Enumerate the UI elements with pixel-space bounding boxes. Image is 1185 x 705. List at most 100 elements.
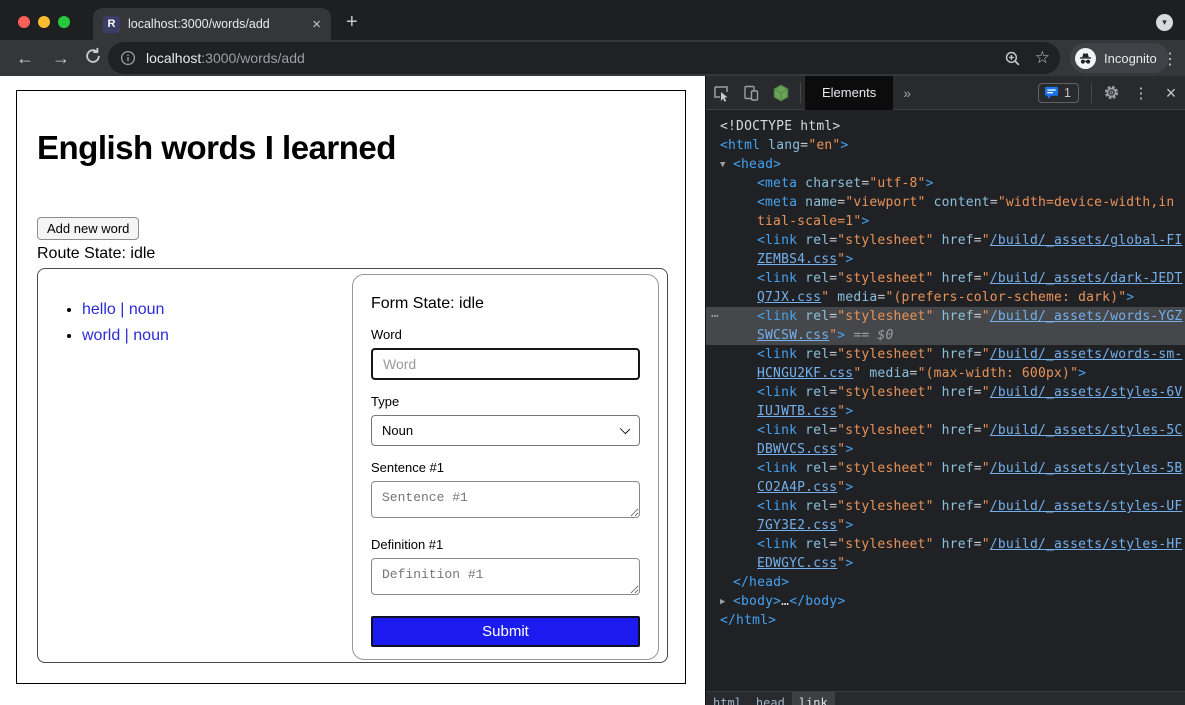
- page-title: English words I learned: [37, 129, 396, 167]
- dom-tree-node[interactable]: <link rel="stylesheet" href="/build/_ass…: [706, 535, 1185, 554]
- url-text[interactable]: localhost:3000/words/add: [146, 50, 990, 66]
- stylesheet-link[interactable]: IUJWTB.css: [757, 404, 837, 419]
- stylesheet-link[interactable]: DBWVCS.css: [757, 442, 837, 457]
- sentence-textarea[interactable]: [371, 481, 640, 518]
- add-new-word-button[interactable]: Add new word: [37, 217, 139, 240]
- devtools-toolbar: Elements » 1 ⋮ ×: [706, 76, 1185, 110]
- dom-tree-node[interactable]: IUJWTB.css">: [706, 402, 1185, 421]
- form-state-text: Form State: idle: [371, 295, 640, 313]
- word-label: Word: [371, 327, 640, 342]
- submit-button[interactable]: Submit: [371, 616, 640, 647]
- breadcrumb-item-html[interactable]: html: [706, 692, 749, 705]
- stylesheet-link[interactable]: /build/_assets/words-YGZ: [990, 309, 1183, 324]
- dom-tree-node[interactable]: Q7JX.css" media="(prefers-color-scheme: …: [706, 288, 1185, 307]
- word-link[interactable]: hello | noun: [82, 301, 164, 318]
- word-link[interactable]: world | noun: [82, 327, 169, 344]
- issues-badge[interactable]: 1: [1038, 83, 1079, 103]
- dom-tree-node[interactable]: CO2A4P.css">: [706, 478, 1185, 497]
- dom-tree-node[interactable]: <link rel="stylesheet" href="/build/_ass…: [706, 497, 1185, 516]
- dom-tree-node[interactable]: ▼<head>: [706, 155, 1185, 174]
- browser-menu-icon[interactable]: ⋮: [1162, 49, 1178, 69]
- dom-tree-node[interactable]: </html>: [706, 611, 1185, 630]
- back-icon[interactable]: ←: [16, 48, 34, 68]
- incognito-icon: [1075, 48, 1096, 69]
- reload-icon[interactable]: [84, 47, 102, 69]
- definition-textarea[interactable]: [371, 558, 640, 595]
- dom-tree-node[interactable]: <link rel="stylesheet" href="/build/_ass…: [706, 345, 1185, 364]
- stylesheet-link[interactable]: /build/_assets/styles-UF: [990, 499, 1183, 514]
- dom-tree-node[interactable]: ▶<body>…</body>: [706, 592, 1185, 611]
- dom-tree-node[interactable]: <link rel="stylesheet" href="/build/_ass…: [706, 459, 1185, 478]
- stylesheet-link[interactable]: SWCSW.css: [757, 328, 829, 343]
- dom-tree-node[interactable]: <meta name="viewport" content="width=dev…: [706, 193, 1185, 212]
- stylesheet-link[interactable]: /build/_assets/styles-5C: [990, 423, 1183, 438]
- bookmark-star-icon[interactable]: ☆: [1035, 48, 1050, 68]
- page-info-icon[interactable]: [120, 50, 136, 66]
- tab-search-button[interactable]: ▾: [1156, 14, 1173, 31]
- zoom-window-button[interactable]: [58, 16, 70, 28]
- dom-tree-node[interactable]: HCNGU2KF.css" media="(max-width: 600px)"…: [706, 364, 1185, 383]
- dom-tree-node[interactable]: <link rel="stylesheet" href="/build/_ass…: [706, 383, 1185, 402]
- stylesheet-link[interactable]: 7GY3E2.css: [757, 518, 837, 533]
- dom-tree-node[interactable]: <link rel="stylesheet" href="/build/_ass…: [706, 231, 1185, 250]
- breadcrumb-item-link[interactable]: link: [792, 692, 835, 705]
- inspect-element-icon[interactable]: [706, 80, 736, 106]
- route-state-text: Route State: idle: [37, 245, 155, 263]
- stylesheet-link[interactable]: /build/_assets/styles-6V: [990, 385, 1183, 400]
- stylesheet-link[interactable]: /build/_assets/styles-HF: [990, 537, 1183, 552]
- minimize-window-button[interactable]: [38, 16, 50, 28]
- breadcrumb-item-head[interactable]: head: [749, 692, 792, 705]
- extension-cube-icon[interactable]: [766, 80, 796, 106]
- stylesheet-link[interactable]: /build/_assets/dark-JEDT: [990, 271, 1183, 286]
- dom-tree-selected-node[interactable]: SWCSW.css"> == $0: [706, 326, 1185, 345]
- stylesheet-link[interactable]: EDWGYC.css: [757, 556, 837, 571]
- dom-tree-node[interactable]: <link rel="stylesheet" href="/build/_ass…: [706, 421, 1185, 440]
- dom-tree-node[interactable]: 7GY3E2.css">: [706, 516, 1185, 535]
- dom-tree-node[interactable]: ZEMBS4.css">: [706, 250, 1185, 269]
- settings-gear-icon[interactable]: [1096, 80, 1126, 106]
- stylesheet-link[interactable]: /build/_assets/global-FI: [990, 233, 1183, 248]
- more-tabs-icon[interactable]: »: [903, 85, 911, 101]
- window-titlebar: R localhost:3000/words/add × + ▾: [0, 0, 1185, 40]
- node-overflow-menu-icon[interactable]: ⋯: [711, 307, 719, 326]
- tab-close-icon[interactable]: ×: [310, 17, 323, 32]
- forward-icon[interactable]: →: [52, 48, 70, 68]
- remix-favicon-icon: R: [103, 16, 120, 33]
- address-bar[interactable]: localhost:3000/words/add ☆: [108, 42, 1060, 74]
- stylesheet-link[interactable]: /build/_assets/styles-5B: [990, 461, 1183, 476]
- browser-toolbar: ← → localhost:3000/words/add ☆ Incognito…: [0, 40, 1185, 76]
- zoom-page-icon[interactable]: [1004, 50, 1021, 67]
- dom-tree-node[interactable]: DBWVCS.css">: [706, 440, 1185, 459]
- stylesheet-link[interactable]: CO2A4P.css: [757, 480, 837, 495]
- dom-tree-selected-node[interactable]: ⋯<link rel="stylesheet" href="/build/_as…: [706, 307, 1185, 326]
- stylesheet-link[interactable]: ZEMBS4.css: [757, 252, 837, 267]
- incognito-badge: Incognito: [1070, 43, 1169, 73]
- devtools-close-icon[interactable]: ×: [1156, 80, 1185, 106]
- tab-elements[interactable]: Elements: [805, 76, 893, 110]
- device-toolbar-icon[interactable]: [736, 80, 766, 106]
- stylesheet-link[interactable]: HCNGU2KF.css: [757, 366, 853, 381]
- dom-tree-node[interactable]: <html lang="en">: [706, 136, 1185, 155]
- browser-tab[interactable]: R localhost:3000/words/add ×: [93, 8, 331, 40]
- dom-tree-node[interactable]: EDWGYC.css">: [706, 554, 1185, 573]
- devtools-menu-icon[interactable]: ⋮: [1126, 80, 1156, 106]
- toolbar-divider: [1091, 83, 1092, 103]
- collapse-arrow-icon[interactable]: ▶: [720, 593, 726, 611]
- type-select[interactable]: Noun: [371, 415, 640, 446]
- dom-tree-node[interactable]: </head>: [706, 573, 1185, 592]
- dom-tree-node[interactable]: <!DOCTYPE html>: [706, 117, 1185, 136]
- stylesheet-link[interactable]: /build/_assets/words-sm-: [990, 347, 1183, 362]
- dom-tree-node[interactable]: <meta charset="utf-8">: [706, 174, 1185, 193]
- dom-tree-node[interactable]: tial-scale=1">: [706, 212, 1185, 231]
- page-outer-container: English words I learned Add new word Rou…: [16, 90, 686, 684]
- devtools-panel: Elements » 1 ⋮ × <!DOCTYPE html><html la…: [705, 76, 1185, 705]
- toolbar-divider: [800, 83, 801, 103]
- message-bubble-icon: [1044, 86, 1059, 100]
- stylesheet-link[interactable]: Q7JX.css: [757, 290, 821, 305]
- expand-arrow-icon[interactable]: ▼: [720, 156, 726, 174]
- dom-tree-node[interactable]: <link rel="stylesheet" href="/build/_ass…: [706, 269, 1185, 288]
- word-input[interactable]: [371, 348, 640, 380]
- new-tab-button[interactable]: +: [346, 12, 358, 32]
- close-window-button[interactable]: [18, 16, 30, 28]
- tab-title: localhost:3000/words/add: [128, 17, 310, 31]
